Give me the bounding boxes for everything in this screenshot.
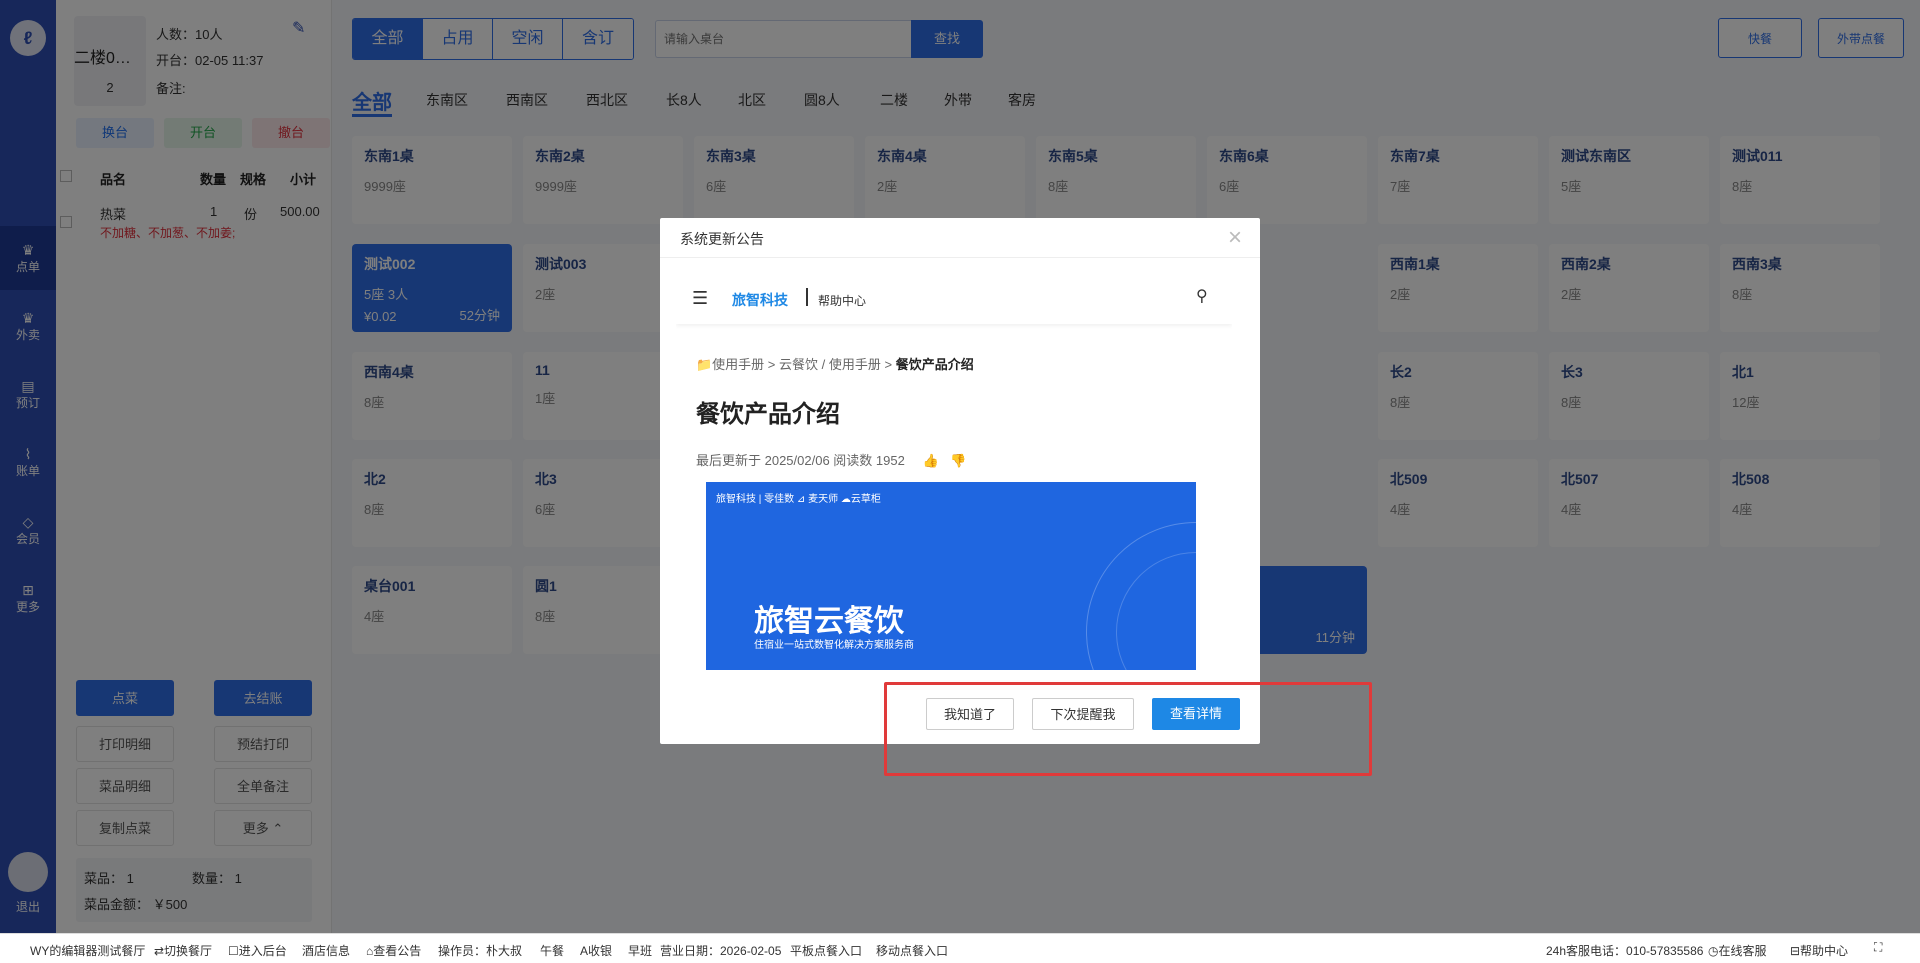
- product-banner: 旅智科技 | 零佳数 ⊿ 麦天师 ☁云草柜 旅智云餐饮 住宿业一站式数智化解决方…: [706, 482, 1196, 670]
- backend-link[interactable]: ☐进入后台: [228, 942, 287, 959]
- banner-brands: 旅智科技 | 零佳数 ⊿ 麦天师 ☁云草柜: [716, 494, 881, 505]
- banner-title: 旅智云餐饮: [754, 605, 904, 638]
- modal-title: 系统更新公告: [680, 231, 764, 247]
- close-icon[interactable]: ×: [1228, 224, 1242, 252]
- breadcrumb-current: 餐饮产品介绍: [895, 357, 974, 372]
- thumbs-up-icon[interactable]: 👍: [922, 453, 938, 468]
- breadcrumb-sep: >: [764, 357, 780, 372]
- doc-meta: 最后更新于 2025/02/06 阅读数 1952 👍 👎: [696, 450, 966, 469]
- breadcrumb-sep: >: [880, 357, 896, 372]
- help-center-link[interactable]: ⊟帮助中心: [1790, 942, 1848, 959]
- divider: [806, 288, 808, 306]
- thumbs-down-icon[interactable]: 👎: [950, 453, 966, 468]
- annotation-highlight: [884, 682, 1372, 776]
- service-phone: 24h客服电话：010-57835586: [1546, 944, 1704, 958]
- doc-title: 餐饮产品介绍: [696, 401, 840, 428]
- breadcrumb-manual[interactable]: 📁使用手册: [696, 357, 764, 372]
- fullscreen-icon[interactable]: ⛶: [1874, 940, 1882, 955]
- menu-icon[interactable]: ☰: [692, 288, 708, 309]
- cashier-info: A收银: [580, 944, 613, 958]
- mobile-order-link[interactable]: 移动点餐入口: [876, 942, 948, 959]
- search-icon[interactable]: ⚲: [1196, 286, 1208, 306]
- hotel-info-link[interactable]: 酒店信息: [302, 942, 350, 959]
- shift-info: 早班: [628, 944, 653, 958]
- doc-frame: ☰ 旅智科技 帮助中心 ⚲ 📁使用手册 > 云餐饮 / 使用手册 > 餐饮产品介…: [676, 274, 1232, 670]
- doc-meta-text: 最后更新于 2025/02/06 阅读数 1952: [696, 453, 905, 468]
- breadcrumb: 📁使用手册 > 云餐饮 / 使用手册 > 餐饮产品介绍: [696, 354, 974, 373]
- biz-date: 营业日期：2026-02-05: [660, 944, 782, 958]
- breadcrumb-cloud[interactable]: 云餐饮 / 使用手册: [779, 357, 881, 372]
- online-service-link[interactable]: ◷在线客服: [1708, 942, 1766, 959]
- update-notice-modal: 系统更新公告 × ☰ 旅智科技 帮助中心 ⚲ 📁使用手册 > 云餐饮 / 使用手…: [660, 218, 1260, 744]
- help-center-link[interactable]: 帮助中心: [818, 292, 866, 309]
- banner-subtitle: 住宿业一站式数智化解决方案服务商: [754, 640, 914, 651]
- tablet-order-link[interactable]: 平板点餐入口: [790, 942, 862, 959]
- switch-restaurant-link[interactable]: ⇄切换餐厅: [154, 942, 212, 959]
- restaurant-name: WY的编辑器测试餐厅: [30, 944, 146, 958]
- status-bar: WY的编辑器测试餐厅 ⇄切换餐厅 ☐进入后台 酒店信息 ⌂查看公告 操作员：朴大…: [0, 933, 1920, 963]
- modal-header: 系统更新公告 ×: [660, 218, 1260, 258]
- doc-topbar: ☰ 旅智科技 帮助中心 ⚲: [676, 274, 1232, 324]
- operator-info: 操作员：朴大叔: [438, 944, 523, 958]
- meal-info: 午餐: [540, 944, 565, 958]
- brand-name[interactable]: 旅智科技: [732, 290, 788, 310]
- view-notice-link[interactable]: ⌂查看公告: [366, 942, 421, 959]
